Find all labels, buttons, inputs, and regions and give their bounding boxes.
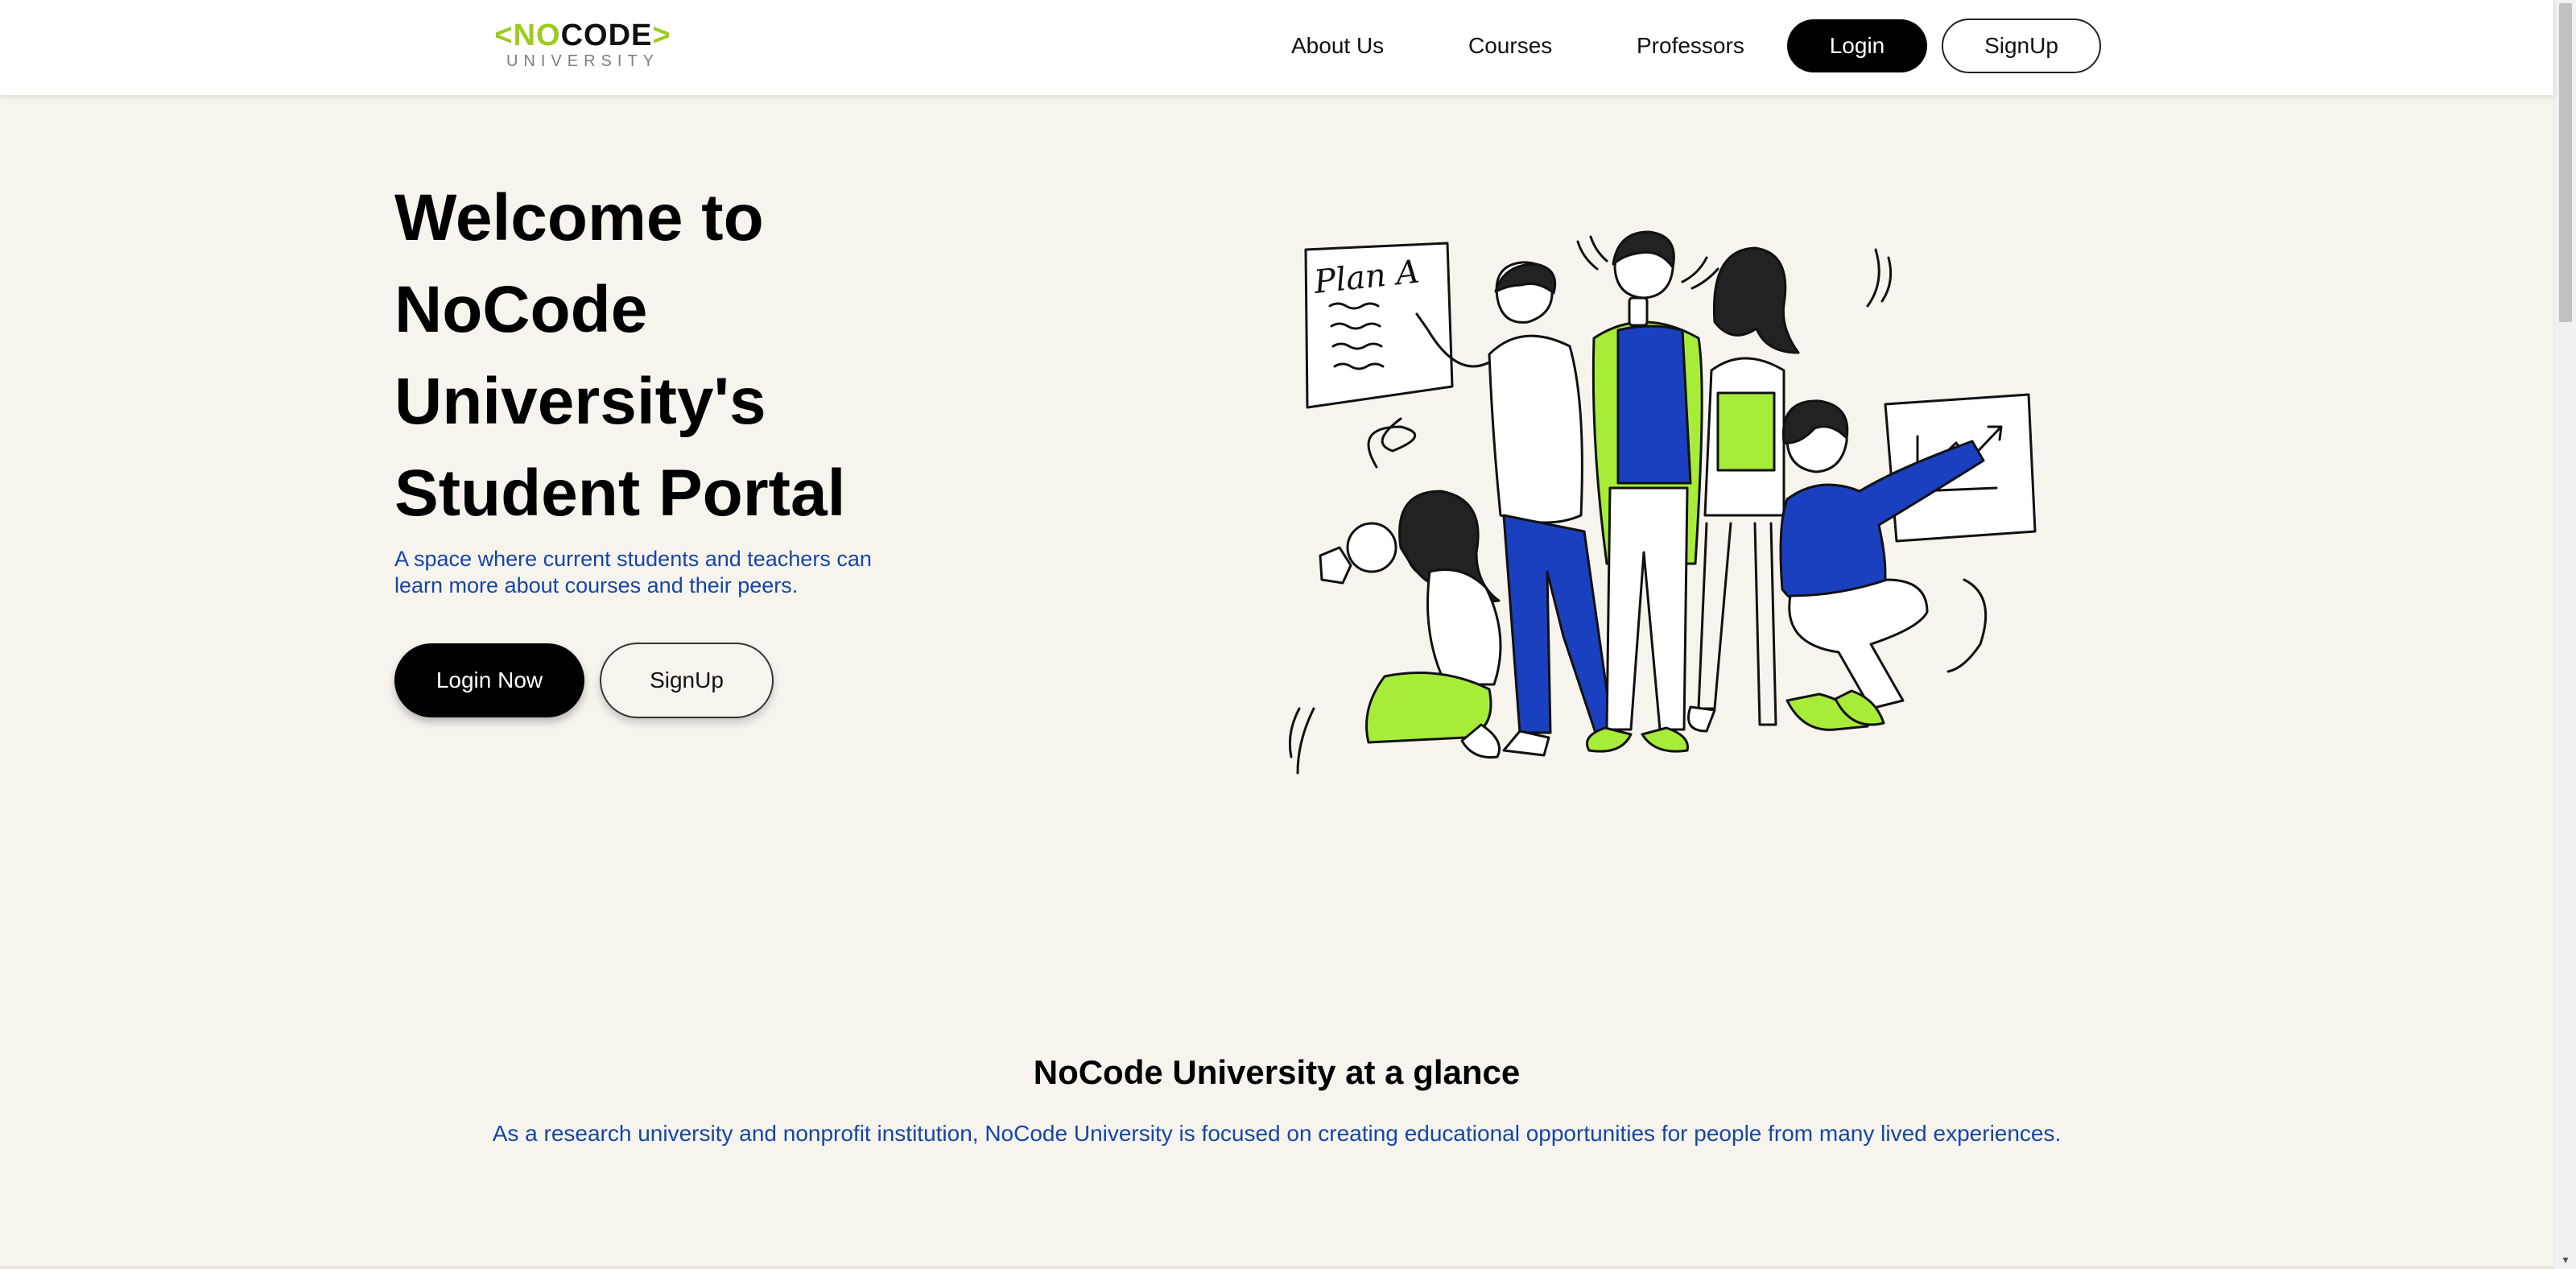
- scroll-down-arrow-icon[interactable]: ▾: [2559, 1253, 2572, 1266]
- logo-left-bracket: <: [494, 19, 514, 52]
- page-bottom-divider: [0, 1266, 2553, 1269]
- logo-wordmark: <NOCODE>: [493, 19, 673, 52]
- student-with-folder-figure: [1687, 246, 1800, 733]
- nav-about-us[interactable]: About Us: [1291, 27, 1384, 64]
- hero-signup-button[interactable]: SignUp: [600, 643, 774, 718]
- hero-title-line: University's: [394, 365, 766, 438]
- nav-professors[interactable]: Professors: [1637, 27, 1744, 64]
- nav-courses[interactable]: Courses: [1468, 27, 1552, 64]
- glance-title: NoCode University at a glance: [1033, 1053, 1521, 1091]
- login-now-button[interactable]: Login Now: [394, 643, 584, 717]
- logo-subtitle: UNIVERSITY: [506, 52, 660, 70]
- student-crouching-figure: [1779, 399, 1985, 731]
- logo-right-bracket: >: [652, 19, 671, 52]
- nav-signup-button[interactable]: SignUp: [1942, 19, 2101, 73]
- student-kneeling-figure: [1319, 490, 1502, 759]
- hero-title: Welcome to NoCode University's Student P…: [394, 172, 958, 539]
- hero-title-line: Student Portal: [394, 457, 846, 530]
- glance-description: As a research university and nonprofit i…: [492, 1121, 2062, 1146]
- nav-login-button[interactable]: Login: [1787, 19, 1927, 72]
- scrollbar-thumb[interactable]: [2559, 3, 2572, 322]
- site-header: <NOCODE> UNIVERSITY About Us Courses Pro…: [0, 0, 2553, 95]
- plan-a-board: Plan A: [1304, 242, 1454, 409]
- vertical-scrollbar[interactable]: ▾: [2553, 0, 2576, 1269]
- hero-title-line: NoCode: [394, 273, 648, 346]
- nocode-university-logo[interactable]: <NOCODE> UNIVERSITY: [493, 19, 673, 72]
- logo-code: CODE: [560, 19, 653, 52]
- students-illustration: Plan A: [1288, 230, 2037, 775]
- hero-title-line: Welcome to: [394, 181, 764, 254]
- hero-subtitle: A space where current students and teach…: [394, 547, 872, 597]
- logo-no: NO: [513, 19, 561, 52]
